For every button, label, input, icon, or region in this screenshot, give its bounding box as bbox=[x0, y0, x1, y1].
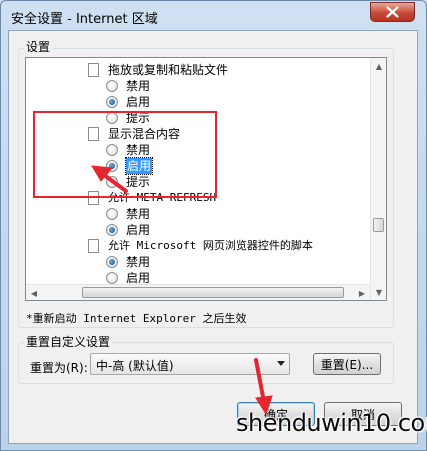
settings-group-label: 设置 bbox=[24, 38, 53, 55]
category-label: 拖放或复制和粘贴文件 bbox=[108, 63, 229, 77]
page-icon bbox=[88, 63, 99, 77]
scroll-left-icon[interactable]: ◀ bbox=[26, 285, 42, 300]
radio-button[interactable] bbox=[106, 272, 118, 284]
scroll-right-icon[interactable]: ▶ bbox=[354, 285, 370, 300]
radio-label: 启用 bbox=[126, 95, 151, 109]
radio-button[interactable] bbox=[106, 80, 118, 92]
radio-button-checked[interactable] bbox=[106, 96, 118, 108]
vertical-scroll-thumb[interactable] bbox=[373, 218, 384, 232]
title-bar[interactable]: 安全设置 - Internet 区域 bbox=[1, 1, 426, 31]
horizontal-scrollbar[interactable]: ◀ ▶ bbox=[26, 284, 370, 300]
horizontal-scroll-thumb[interactable] bbox=[82, 287, 344, 298]
scroll-up-icon[interactable]: ▲ bbox=[371, 58, 386, 74]
radio-label: 禁用 bbox=[126, 79, 151, 93]
page-icon bbox=[88, 239, 99, 253]
reset-to-label: 重置为(R): bbox=[30, 361, 88, 375]
category-label: 允许 Microsoft 网页浏览器控件的脚本 bbox=[108, 239, 313, 252]
vertical-scrollbar[interactable]: ▲ ▼ bbox=[370, 58, 386, 300]
reset-group-label: 重置自定义设置 bbox=[24, 333, 113, 350]
window-title: 安全设置 - Internet 区域 bbox=[11, 12, 158, 27]
radio-button-checked[interactable] bbox=[106, 224, 118, 236]
radio-button[interactable] bbox=[106, 208, 118, 220]
radio-button-checked[interactable] bbox=[106, 256, 118, 268]
radio-label: 禁用 bbox=[126, 255, 151, 269]
reset-level-value: 中-高 (默认值) bbox=[96, 359, 174, 373]
reset-button-label: 重置(E)... bbox=[320, 357, 374, 372]
annotation-highlight-box bbox=[33, 111, 217, 198]
radio-label: 启用 bbox=[126, 223, 151, 237]
close-button[interactable] bbox=[370, 2, 415, 22]
radio-label: 禁用 bbox=[126, 207, 151, 221]
reset-level-dropdown[interactable]: 中-高 (默认值) bbox=[90, 353, 290, 375]
chevron-down-icon bbox=[277, 361, 285, 366]
watermark: shenduwin10.com bbox=[236, 409, 427, 437]
restart-note: *重新启动 Internet Explorer 之后生效 bbox=[26, 312, 247, 325]
scroll-down-icon[interactable]: ▼ bbox=[371, 284, 386, 300]
close-icon bbox=[386, 6, 399, 18]
reset-button[interactable]: 重置(E)... bbox=[313, 353, 381, 375]
